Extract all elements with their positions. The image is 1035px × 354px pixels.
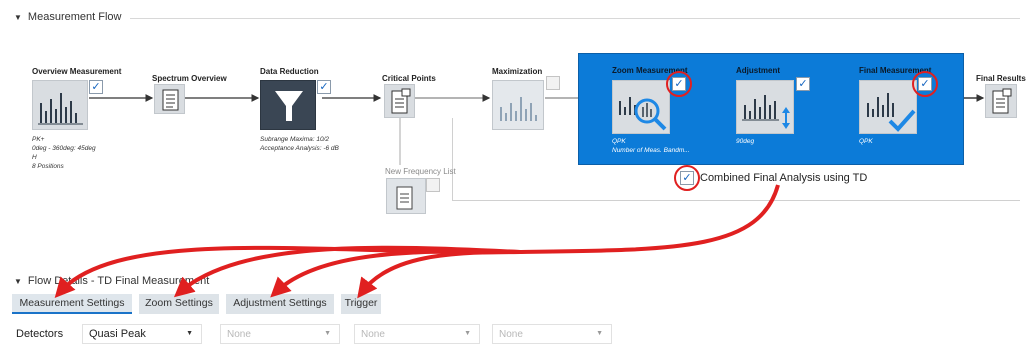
adjustment-angle: 90deg (736, 138, 755, 145)
chevron-down-icon: ▼ (596, 330, 603, 337)
document-icon (396, 186, 413, 210)
tab-measurement-settings[interactable]: Measurement Settings (12, 294, 132, 314)
flow-details-title: Flow Details - TD Final Measurement (27, 275, 210, 287)
chevron-down-icon: ▼ (324, 330, 331, 337)
overview-polarization: H (32, 154, 37, 161)
detector-select-4[interactable]: None ▼ (492, 324, 612, 344)
node-final-measurement[interactable] (859, 80, 917, 134)
node-title-overview: Overview Measurement (32, 67, 122, 76)
reduction-checkbox[interactable]: ✓ (317, 80, 331, 94)
node-zoom-measurement[interactable] (612, 80, 670, 134)
adjustment-meta: 90deg (736, 137, 754, 146)
node-data-reduction[interactable] (260, 80, 316, 130)
detector-select-1-value: Quasi Peak (89, 328, 146, 340)
chevron-down-icon: ▼ (464, 330, 471, 337)
detector-select-3[interactable]: None ▼ (354, 324, 480, 344)
node-adjustment[interactable] (736, 80, 794, 134)
final-check-chart-icon (867, 93, 916, 132)
maximization-checkbox[interactable]: ✓ (546, 76, 560, 90)
detector-select-2[interactable]: None ▼ (220, 324, 340, 344)
document-icon (162, 89, 179, 111)
overview-checkbox[interactable]: ✓ (89, 80, 103, 94)
bar-chart-icon (38, 93, 83, 125)
zoom-meta: QPK Number of Meas. Bandm... (612, 137, 690, 155)
reduction-subrange: Subrange Maxima: 10/2 (260, 136, 330, 143)
node-maximization[interactable] (492, 80, 544, 130)
highlight-circle (674, 165, 700, 191)
reduction-meta: Subrange Maxima: 10/2 Acceptance Analysi… (260, 135, 339, 153)
zoom-bands: Number of Meas. Bandm... (612, 147, 690, 154)
new-frequency-checkbox[interactable]: ✓ (426, 178, 440, 192)
filter-icon (275, 91, 303, 121)
detectors-label: Detectors (16, 328, 64, 340)
detector-select-2-value: None (227, 328, 251, 340)
final-meta: QPK (859, 137, 873, 146)
highlight-circle (666, 71, 692, 97)
adjustment-icon (742, 95, 790, 129)
final-detector: QPK (859, 138, 873, 145)
bar-chart-icon (500, 97, 537, 121)
reduction-acceptance: Acceptance Analysis: -6 dB (260, 145, 339, 152)
node-title-reduction: Data Reduction (260, 67, 319, 76)
node-title-spectrum: Spectrum Overview (152, 74, 227, 83)
overview-detector: PK+ (32, 136, 45, 143)
detector-select-3-value: None (361, 328, 385, 340)
node-overview-measurement[interactable] (32, 80, 88, 130)
document-icon (391, 88, 411, 114)
flow-details-header[interactable]: ▼ Flow Details - TD Final Measurement (14, 275, 209, 287)
node-spectrum-overview[interactable] (154, 84, 185, 114)
overview-meta: PK+ 0deg - 360deg: 45deg H 8 Positions (32, 135, 96, 171)
tab-zoom-settings[interactable]: Zoom Settings (139, 294, 219, 314)
node-title-results: Final Results (976, 74, 1026, 83)
combined-analysis-label: Combined Final Analysis using TD (700, 172, 868, 184)
node-title-critical: Critical Points (382, 74, 436, 83)
chevron-down-icon: ▼ (186, 330, 193, 337)
overview-positions: 8 Positions (32, 163, 64, 170)
zoom-detector: QPK (612, 138, 626, 145)
detector-select-1[interactable]: Quasi Peak ▼ (82, 324, 202, 344)
node-new-frequency-list[interactable] (386, 178, 426, 214)
tab-trigger[interactable]: Trigger (341, 294, 381, 314)
node-title-maximization: Maximization (492, 67, 543, 76)
node-title-new-frequency: New Frequency List (385, 167, 456, 176)
zoom-chart-icon (619, 97, 667, 131)
tab-adjustment-settings[interactable]: Adjustment Settings (226, 294, 334, 314)
overview-angle: 0deg - 360deg: 45deg (32, 145, 96, 152)
adjustment-checkbox[interactable]: ✓ (796, 77, 810, 91)
detector-select-4-value: None (499, 328, 523, 340)
node-title-adjustment: Adjustment (736, 66, 780, 75)
node-critical-points[interactable] (384, 84, 415, 118)
node-final-results[interactable] (985, 84, 1017, 118)
highlight-circle (912, 71, 938, 97)
collapse-triangle-icon[interactable]: ▼ (14, 277, 22, 286)
document-icon (992, 88, 1012, 114)
